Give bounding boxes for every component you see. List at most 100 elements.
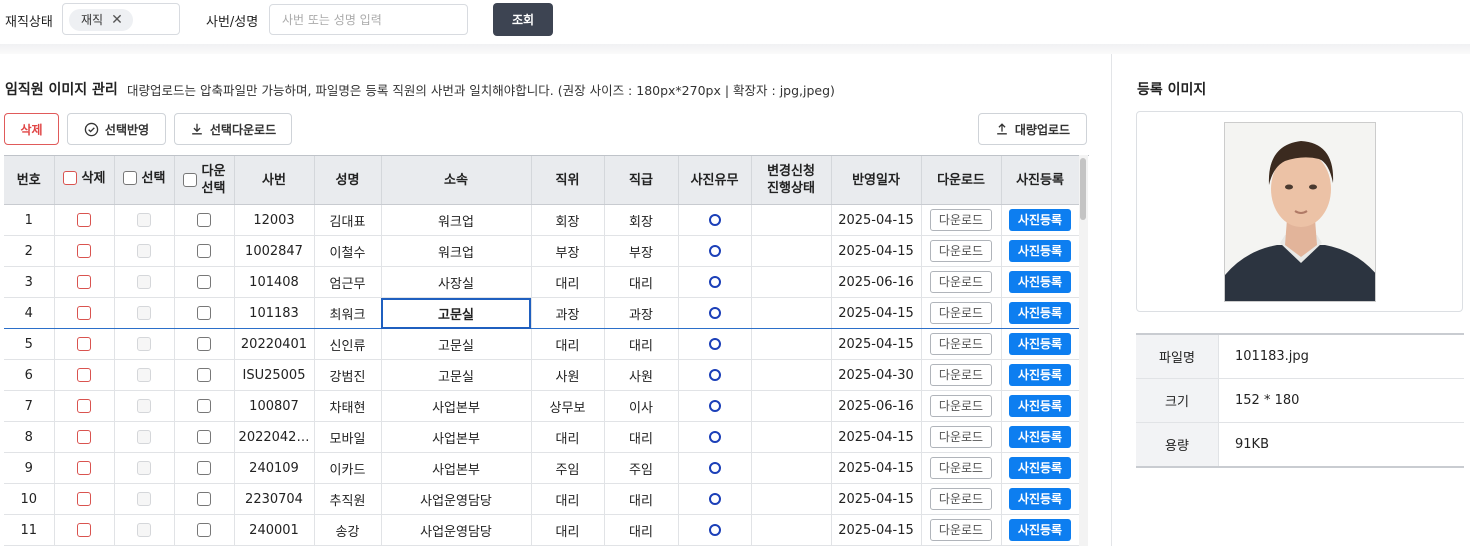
table-row[interactable]: 7 100807 차태현 사업본부 상무보 이사 2025-06-16 다운로드 사진등록 [4,390,1080,422]
row-select-checkbox[interactable] [137,275,151,289]
close-icon[interactable]: ✕ [111,9,123,31]
row-download-select-checkbox[interactable] [197,399,211,413]
row-download-button[interactable]: 다운로드 [930,271,992,293]
row-select-checkbox[interactable] [137,492,151,506]
row-select-checkbox[interactable] [137,430,151,444]
row-download-button[interactable]: 다운로드 [930,333,992,355]
row-register-cell: 사진등록 [1001,390,1080,422]
row-dept[interactable]: 워크업 [381,235,532,267]
row-register-photo-button[interactable]: 사진등록 [1009,364,1071,386]
row-download-select-cell [174,235,235,267]
table-row[interactable]: 5 20220401 신인류 고문실 대리 대리 2025-04-15 다운로드 사진등록 [4,328,1080,360]
row-download-select-checkbox[interactable] [197,275,211,289]
row-dept[interactable]: 고문실 [381,328,532,360]
row-delete-checkbox[interactable] [77,492,91,506]
table-row[interactable]: 9 240109 이카드 사업본부 주임 주임 2025-04-15 다운로드 사진등록 [4,452,1080,484]
row-download-button[interactable]: 다운로드 [930,364,992,386]
row-select-checkbox[interactable] [137,213,151,227]
row-register-photo-button[interactable]: 사진등록 [1009,333,1071,355]
row-download-select-checkbox[interactable] [197,430,211,444]
row-download-select-checkbox[interactable] [197,523,211,537]
row-delete-cell [54,297,115,329]
row-download-button[interactable]: 다운로드 [930,519,992,541]
row-dept[interactable]: 사업본부 [381,452,532,484]
row-delete-checkbox[interactable] [77,430,91,444]
row-register-photo-button[interactable]: 사진등록 [1009,519,1071,541]
row-download-button[interactable]: 다운로드 [930,395,992,417]
row-download-button[interactable]: 다운로드 [930,209,992,231]
info-row-size: 크기 152 * 180 [1136,378,1464,423]
row-select-checkbox[interactable] [137,399,151,413]
row-select-checkbox[interactable] [137,368,151,382]
row-change-status [751,359,832,391]
row-delete-checkbox[interactable] [77,368,91,382]
row-name: 모바일 [314,421,382,453]
table-row[interactable]: 3 101408 엄근무 사장실 대리 대리 2025-06-16 다운로드 사진등록 [4,266,1080,298]
row-delete-checkbox[interactable] [77,275,91,289]
status-select[interactable]: 재직 ✕ [62,3,180,35]
col-download-select: 다운 선택 [174,156,235,205]
row-dept[interactable]: 사업본부 [381,421,532,453]
row-download-button[interactable]: 다운로드 [930,488,992,510]
row-dept[interactable]: 사업운영담당 [381,483,532,515]
row-register-photo-button[interactable]: 사진등록 [1009,271,1071,293]
search-button[interactable]: 조회 [493,3,553,36]
select-all-checkbox[interactable] [122,171,137,186]
row-position: 대리 [531,421,605,453]
table-row[interactable]: 1 12003 김대표 워크업 회장 회장 2025-04-15 다운로드 사진등록 [4,204,1080,236]
row-dept[interactable]: 사장실 [381,266,532,298]
row-download-select-checkbox[interactable] [197,244,211,258]
row-download-button[interactable]: 다운로드 [930,426,992,448]
table-row[interactable]: 10 2230704 추직원 사업운영담당 대리 대리 2025-04-15 다운로드 사진등록 [4,483,1080,515]
row-delete-checkbox[interactable] [77,461,91,475]
row-register-photo-button[interactable]: 사진등록 [1009,302,1071,324]
emp-search-input[interactable] [269,4,468,35]
table-row[interactable]: 4 101183 최워크 고문실 과장 과장 2025-04-15 다운로드 사진등록 [4,297,1080,329]
row-select-checkbox[interactable] [137,306,151,320]
row-download-select-checkbox[interactable] [197,337,211,351]
bulk-upload-button[interactable]: 대량업로드 [978,113,1087,145]
row-delete-checkbox[interactable] [77,523,91,537]
row-download-button[interactable]: 다운로드 [930,457,992,479]
table-row[interactable]: 6 ISU25005 강범진 고문실 사원 사원 2025-04-30 다운로드 사진등록 [4,359,1080,391]
row-select-checkbox[interactable] [137,523,151,537]
row-delete-checkbox[interactable] [77,244,91,258]
table-scrollbar-thumb[interactable] [1080,158,1086,220]
row-download-select-cell [174,421,235,453]
row-dept[interactable]: 사업운영담당 [381,514,532,546]
check-circle-icon [84,122,99,136]
delete-button[interactable]: 삭제 [4,113,59,145]
row-download-select-checkbox[interactable] [197,306,211,320]
row-select-checkbox[interactable] [137,337,151,351]
row-dept[interactable]: 사업본부 [381,390,532,422]
table-row[interactable]: 11 240001 송강 사업운영담당 대리 대리 2025-04-15 다운로드 사진등록 [4,514,1080,546]
row-delete-checkbox[interactable] [77,306,91,320]
row-dept[interactable]: 고문실 [381,297,532,329]
row-register-photo-button[interactable]: 사진등록 [1009,426,1071,448]
row-no: 1 [4,204,55,236]
row-download-select-checkbox[interactable] [197,492,211,506]
row-download-button[interactable]: 다운로드 [930,302,992,324]
row-select-checkbox[interactable] [137,244,151,258]
row-register-photo-button[interactable]: 사진등록 [1009,395,1071,417]
row-download-select-checkbox[interactable] [197,461,211,475]
row-delete-checkbox[interactable] [77,337,91,351]
download-selected-button[interactable]: 선택다운로드 [174,113,292,145]
row-select-checkbox[interactable] [137,461,151,475]
row-delete-checkbox[interactable] [77,213,91,227]
row-download-select-checkbox[interactable] [197,368,211,382]
row-dept[interactable]: 고문실 [381,359,532,391]
table-row[interactable]: 2 1002847 이철수 워크업 부장 부장 2025-04-15 다운로드 사진등록 [4,235,1080,267]
row-download-select-checkbox[interactable] [197,213,211,227]
row-dept[interactable]: 워크업 [381,204,532,236]
table-row[interactable]: 8 2022042… 모바일 사업본부 대리 대리 2025-04-15 다운로드 사진등록 [4,421,1080,453]
row-download-button[interactable]: 다운로드 [930,240,992,262]
delete-all-checkbox[interactable] [62,171,77,186]
row-register-photo-button[interactable]: 사진등록 [1009,240,1071,262]
apply-selected-button[interactable]: 선택반영 [67,113,166,145]
row-delete-checkbox[interactable] [77,399,91,413]
row-register-photo-button[interactable]: 사진등록 [1009,457,1071,479]
download-select-all-checkbox[interactable] [182,173,197,187]
row-register-photo-button[interactable]: 사진등록 [1009,209,1071,231]
row-register-photo-button[interactable]: 사진등록 [1009,488,1071,510]
